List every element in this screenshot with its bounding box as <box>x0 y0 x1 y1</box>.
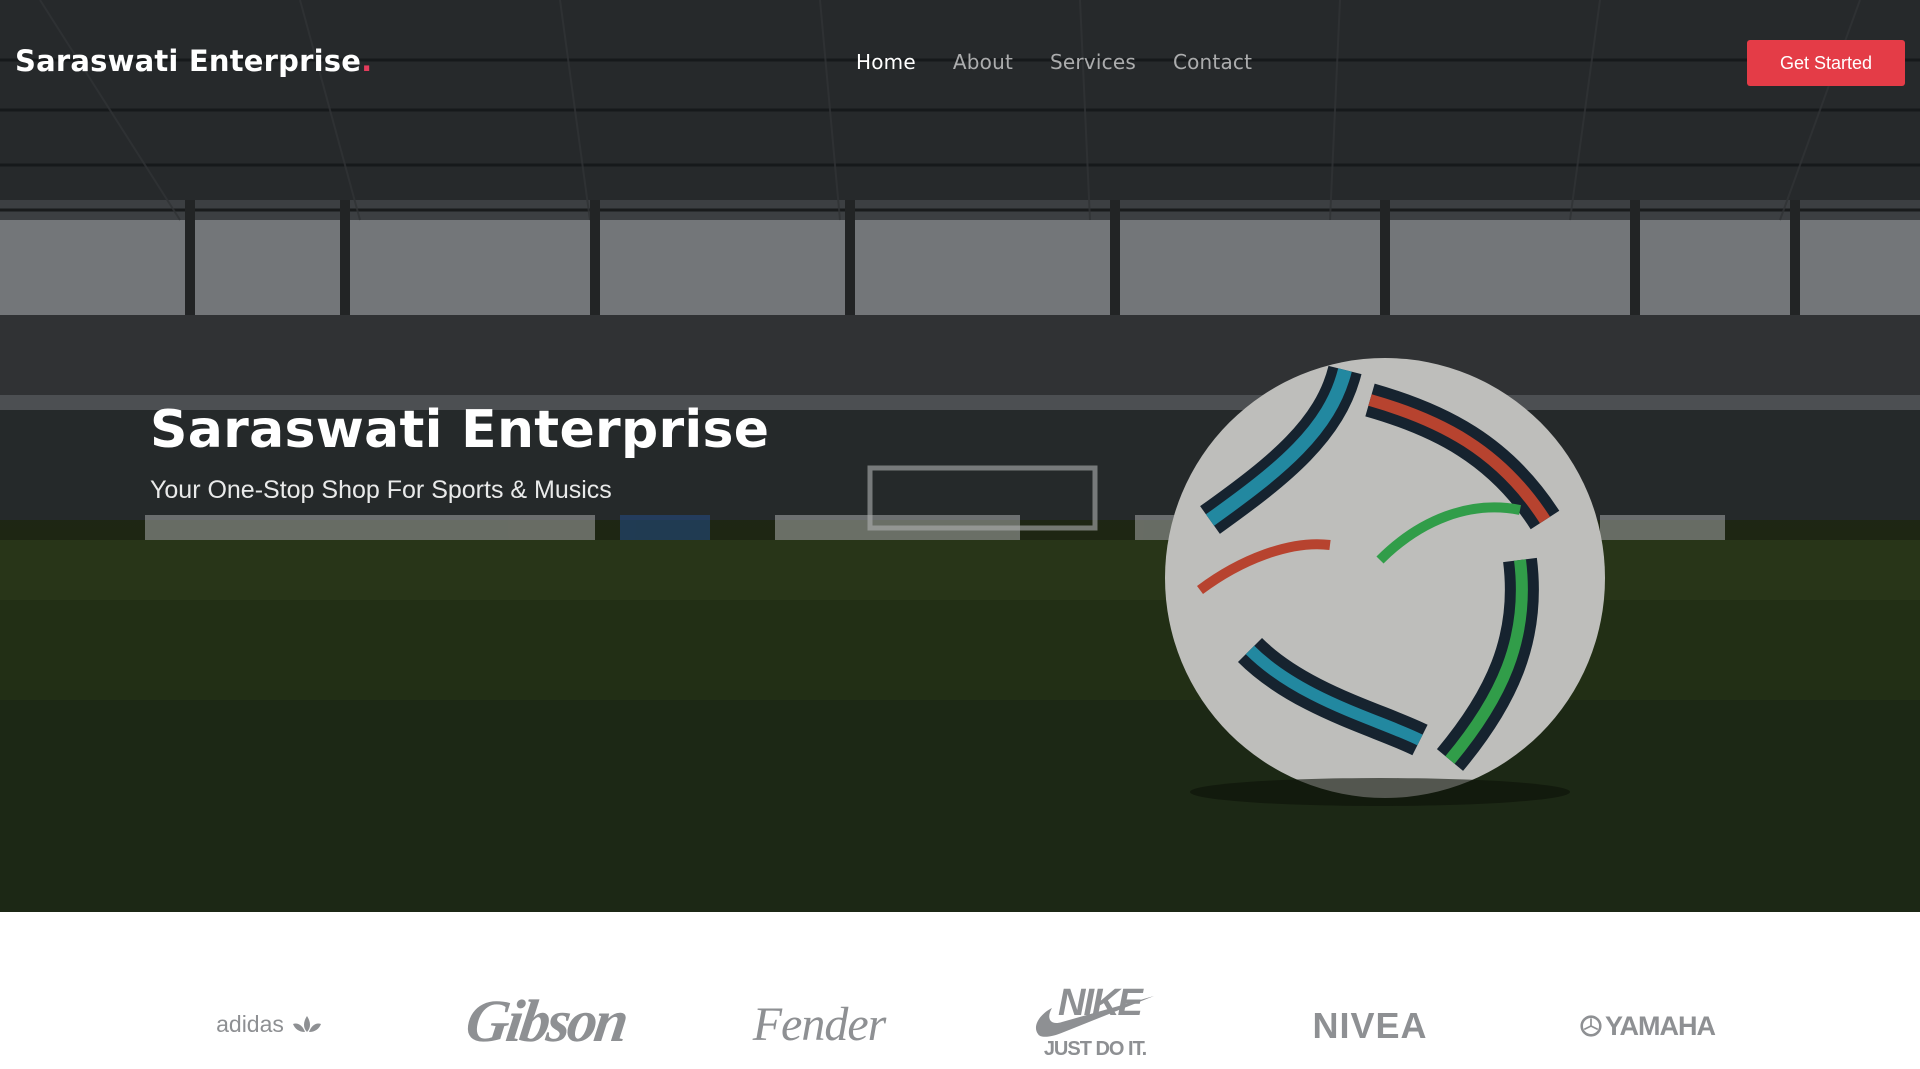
nike-logo: NIKE JUST DO IT. <box>1030 974 1160 1068</box>
site-logo[interactable]: Saraswati Enterprise. <box>15 44 372 78</box>
adidas-trefoil-icon <box>292 1016 321 1032</box>
get-started-button[interactable]: Get Started <box>1747 40 1905 86</box>
nav-home-link[interactable]: Home <box>856 50 916 74</box>
hero-subtitle: Your One-Stop Shop For Sports & Musics <box>150 476 612 504</box>
yamaha-logo: YAMAHA <box>1580 1004 1716 1048</box>
adidas-wordmark: adidas <box>216 1010 284 1037</box>
brand-logos-section: adidas Gibson Fender NIKE JUST DO IT. NI… <box>0 912 1920 1069</box>
hero-section: Saraswati Enterprise. Home About Service… <box>0 0 1920 912</box>
nike-tagline: JUST DO IT. <box>1043 1037 1147 1060</box>
nav-about-link[interactable]: About <box>953 50 1013 74</box>
gibson-logo: Gibson <box>462 976 630 1066</box>
site-header: Saraswati Enterprise. Home About Service… <box>0 0 1920 125</box>
nav-services-link[interactable]: Services <box>1050 50 1136 74</box>
hero-title: Saraswati Enterprise <box>150 400 770 460</box>
logo-dot: . <box>361 44 373 78</box>
main-nav: Home About Services Contact <box>856 50 1252 74</box>
yamaha-wordmark: YAMAHA <box>1604 1010 1716 1041</box>
fender-wordmark: Fender <box>752 997 887 1051</box>
fender-logo: Fender <box>752 994 887 1054</box>
nivea-logo: NIVEA <box>1305 1004 1435 1048</box>
nav-contact-link[interactable]: Contact <box>1173 50 1252 74</box>
nike-swoosh-icon <box>1035 995 1154 1037</box>
logo-text: Saraswati Enterprise <box>15 44 362 78</box>
nivea-wordmark: NIVEA <box>1312 1005 1428 1046</box>
adidas-logo: adidas <box>205 1004 335 1044</box>
gibson-wordmark: Gibson <box>462 987 631 1054</box>
yamaha-tuning-fork-icon <box>1580 1015 1602 1037</box>
nike-top: NIKE <box>1030 982 1160 1038</box>
